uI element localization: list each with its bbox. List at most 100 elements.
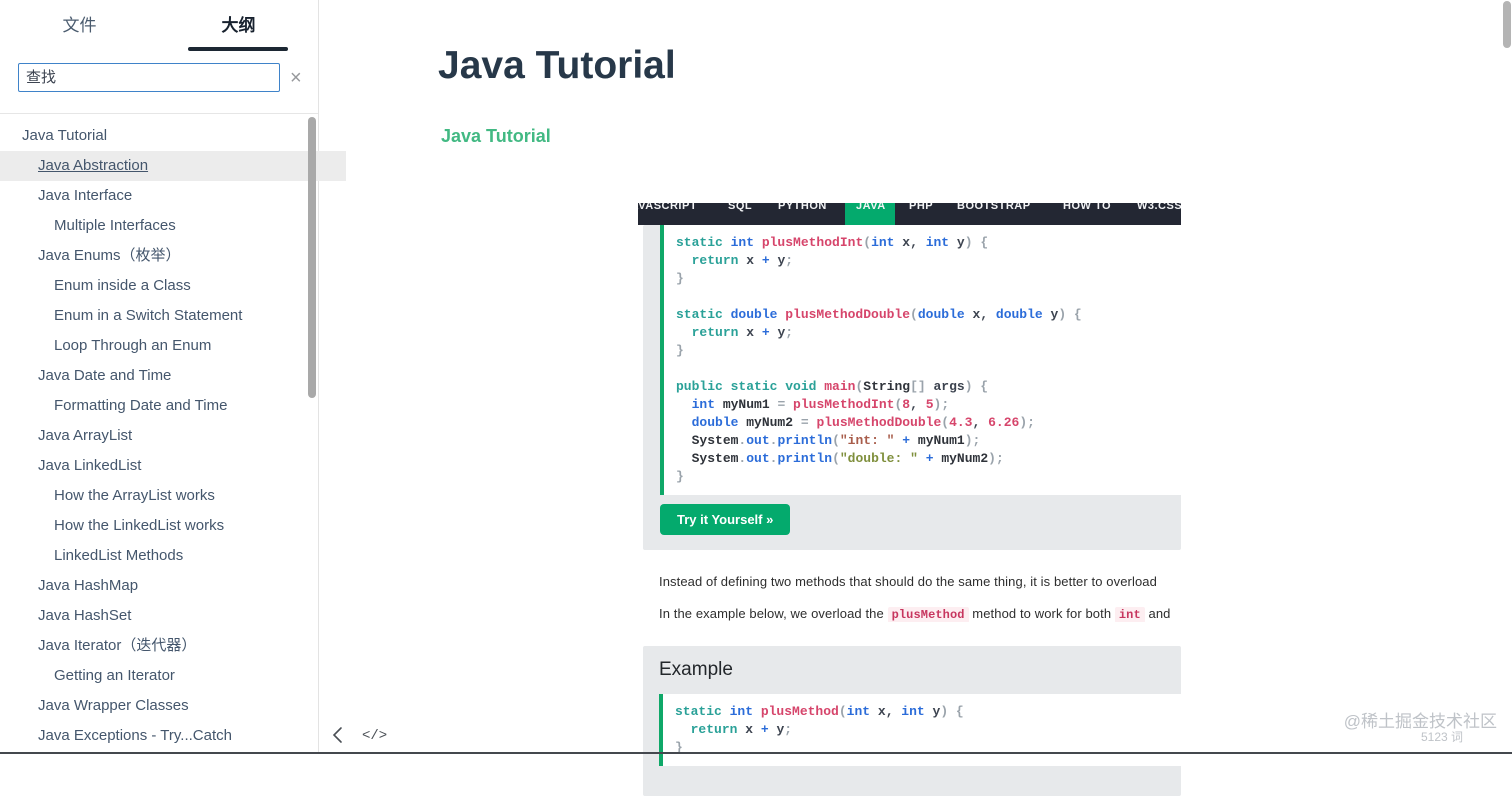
code-token: x bbox=[738, 253, 761, 268]
sidebar-tabs: 文件 大纲 bbox=[0, 0, 318, 52]
code-token: return bbox=[692, 325, 739, 340]
navbar-item[interactable]: PYTHON bbox=[778, 203, 827, 212]
code-token: y bbox=[957, 235, 965, 250]
navbar-item[interactable]: SQL bbox=[728, 203, 752, 212]
code-token bbox=[676, 397, 692, 412]
code-token: int bbox=[871, 235, 902, 250]
java-tutorial-link[interactable]: Java Tutorial bbox=[441, 126, 551, 147]
code-line bbox=[676, 360, 1169, 378]
code-line: int myNum1 = plusMethodInt(8, 5); bbox=[676, 396, 1169, 414]
example-box-2: Example static int plusMethod(int x, int… bbox=[643, 646, 1181, 796]
code-token: static bbox=[675, 704, 730, 719]
try-it-row: Try it Yourself » bbox=[643, 495, 1181, 550]
navbar-item[interactable]: BOOTSTRAP bbox=[957, 203, 1031, 212]
code-token: ) { bbox=[965, 235, 988, 250]
code-token: ) { bbox=[1058, 307, 1081, 322]
outline-item[interactable]: Java Iterator（迭代器） bbox=[0, 631, 346, 661]
code-token bbox=[910, 433, 918, 448]
outline-item[interactable]: Java Abstraction bbox=[0, 151, 346, 181]
code-token: plusMethodInt bbox=[762, 235, 863, 250]
paragraph-overload-intro: Instead of defining two methods that sho… bbox=[659, 574, 1183, 589]
code-token: x bbox=[738, 325, 761, 340]
tab-files[interactable]: 文件 bbox=[0, 0, 159, 52]
paragraph-text: In the example below, we overload the bbox=[659, 606, 888, 621]
outline-item[interactable]: Java LinkedList bbox=[0, 451, 346, 481]
navbar-item[interactable]: JAVASCRIPT bbox=[638, 203, 697, 212]
code-token: return bbox=[691, 722, 738, 737]
code-token: y bbox=[769, 722, 785, 737]
outline-item[interactable]: How the LinkedList works bbox=[0, 511, 362, 541]
clear-search-icon[interactable]: × bbox=[290, 68, 302, 88]
navbar-item[interactable]: JAVA bbox=[856, 203, 886, 212]
outline-list: Java TutorialJava AbstractionJava Interf… bbox=[0, 114, 318, 751]
code-line: } bbox=[676, 342, 1169, 360]
tab-outline[interactable]: 大纲 bbox=[159, 0, 318, 52]
tab-outline-label: 大纲 bbox=[222, 16, 256, 35]
code-token: ( bbox=[863, 235, 871, 250]
outline-item[interactable]: Getting an Iterator bbox=[0, 661, 362, 691]
code-token: ) { bbox=[965, 379, 988, 394]
navbar-item[interactable]: W3.CSS bbox=[1137, 203, 1181, 212]
page-scrollbar-thumb[interactable] bbox=[1503, 1, 1511, 48]
collapse-sidebar-button[interactable] bbox=[331, 726, 345, 749]
outline-item[interactable]: Java Date and Time bbox=[0, 361, 346, 391]
code-token: out bbox=[746, 451, 769, 466]
outline-item[interactable]: Java Enums（枚举） bbox=[0, 241, 346, 271]
outline-item[interactable]: Java Tutorial bbox=[0, 121, 330, 151]
outline-item[interactable]: Java Wrapper Classes bbox=[0, 691, 346, 721]
code-token: = bbox=[793, 415, 816, 430]
code-token bbox=[676, 415, 692, 430]
outline-item[interactable]: Java HashSet bbox=[0, 601, 346, 631]
code-line: return x + y; bbox=[676, 324, 1169, 342]
active-tab-underline bbox=[188, 47, 288, 51]
code-token: , bbox=[910, 235, 926, 250]
code-token: main bbox=[824, 379, 855, 394]
outline-item[interactable]: Java Interface bbox=[0, 181, 346, 211]
outline-item[interactable]: Java ArrayList bbox=[0, 421, 346, 451]
navbar-item[interactable]: PHP bbox=[909, 203, 933, 212]
code-token: myNum1 bbox=[918, 433, 965, 448]
inline-codespan: int bbox=[1115, 607, 1145, 622]
code-token: int bbox=[692, 397, 723, 412]
navbar-item[interactable]: HOW TO bbox=[1063, 203, 1111, 212]
outline-item[interactable]: LinkedList Methods bbox=[0, 541, 362, 571]
code-token: ( bbox=[832, 433, 840, 448]
code-token: public static void bbox=[676, 379, 824, 394]
code-token bbox=[676, 451, 692, 466]
inline-codespan: plusMethod bbox=[888, 607, 969, 622]
code-token: plusMethodInt bbox=[793, 397, 894, 412]
code-line: static int plusMethodInt(int x, int y) { bbox=[676, 234, 1169, 252]
code-token: double bbox=[996, 307, 1051, 322]
code-token: ; bbox=[785, 253, 793, 268]
code-token: println bbox=[777, 451, 832, 466]
code-token: out bbox=[746, 433, 769, 448]
outline-item[interactable]: Java Exceptions - Try...Catch bbox=[0, 721, 346, 751]
outline-item[interactable]: Java HashMap bbox=[0, 571, 346, 601]
try-it-yourself-button[interactable]: Try it Yourself » bbox=[660, 504, 790, 535]
code-token bbox=[676, 253, 692, 268]
code-token: static bbox=[676, 235, 731, 250]
code-token: + bbox=[926, 451, 934, 466]
outline-item[interactable]: How the ArrayList works bbox=[0, 481, 362, 511]
code-token: "int: " bbox=[840, 433, 895, 448]
w3schools-navbar: JAVASCRIPT SQL PYTHON JAVA PHP BOOTSTRAP HOW T… bbox=[638, 203, 1181, 225]
code-token: ; bbox=[785, 325, 793, 340]
code-view-icon[interactable]: </> bbox=[362, 728, 387, 744]
search-input[interactable] bbox=[18, 63, 280, 92]
code-token: plusMethodDouble bbox=[816, 415, 941, 430]
code-token: } bbox=[676, 343, 684, 358]
code-token: "double: " bbox=[840, 451, 918, 466]
sidebar-scrollbar-thumb[interactable] bbox=[308, 117, 316, 398]
code-token: String bbox=[863, 379, 910, 394]
paragraph-overload-example: In the example below, we overload the pl… bbox=[659, 606, 1183, 622]
page-title: Java Tutorial bbox=[438, 44, 676, 88]
code-token: System bbox=[692, 451, 739, 466]
code-token: x bbox=[737, 722, 760, 737]
chevron-left-icon bbox=[331, 726, 345, 744]
code-token: , bbox=[980, 307, 996, 322]
sidebar: 文件 大纲 × Java TutorialJava AbstractionJav… bbox=[0, 0, 319, 754]
code-token: args bbox=[933, 379, 964, 394]
search-bar: × bbox=[0, 52, 318, 114]
code-line: System.out.println("double: " + myNum2); bbox=[676, 450, 1169, 468]
code-token: return bbox=[692, 253, 739, 268]
